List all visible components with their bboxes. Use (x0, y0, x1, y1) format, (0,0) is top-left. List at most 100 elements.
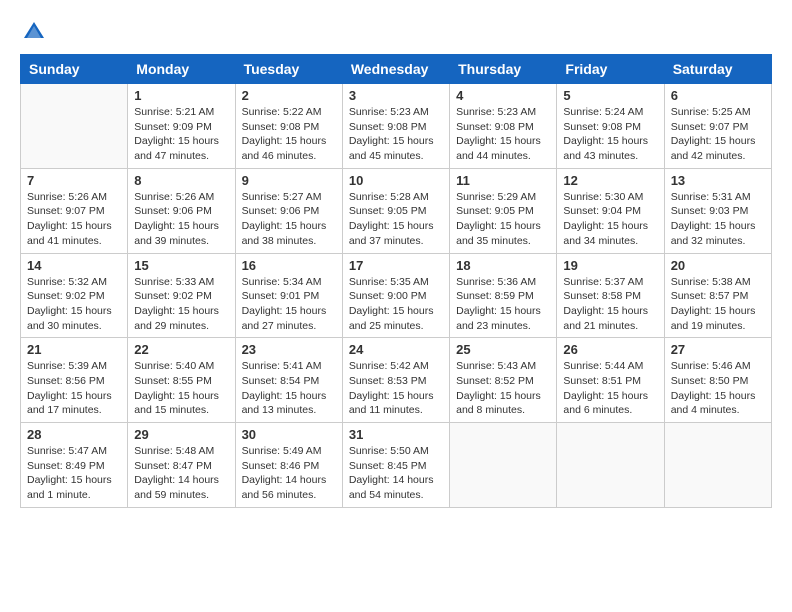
day-number: 27 (671, 342, 765, 357)
day-number: 9 (242, 173, 336, 188)
day-number: 13 (671, 173, 765, 188)
day-info: Sunrise: 5:23 AM Sunset: 9:08 PM Dayligh… (456, 105, 550, 164)
day-info: Sunrise: 5:21 AM Sunset: 9:09 PM Dayligh… (134, 105, 228, 164)
day-number: 25 (456, 342, 550, 357)
calendar-header-row: SundayMondayTuesdayWednesdayThursdayFrid… (21, 55, 772, 84)
calendar-cell: 22 Sunrise: 5:40 AM Sunset: 8:55 PM Dayli… (128, 338, 235, 423)
header-thursday: Thursday (450, 55, 557, 84)
day-info: Sunrise: 5:38 AM Sunset: 8:57 PM Dayligh… (671, 275, 765, 334)
day-info: Sunrise: 5:41 AM Sunset: 8:54 PM Dayligh… (242, 359, 336, 418)
day-info: Sunrise: 5:29 AM Sunset: 9:05 PM Dayligh… (456, 190, 550, 249)
day-info: Sunrise: 5:44 AM Sunset: 8:51 PM Dayligh… (563, 359, 657, 418)
day-number: 5 (563, 88, 657, 103)
page-header (20, 20, 772, 44)
header-monday: Monday (128, 55, 235, 84)
week-row-1: 1 Sunrise: 5:21 AM Sunset: 9:09 PM Daylig… (21, 84, 772, 169)
calendar-cell: 1 Sunrise: 5:21 AM Sunset: 9:09 PM Daylig… (128, 84, 235, 169)
day-info: Sunrise: 5:42 AM Sunset: 8:53 PM Dayligh… (349, 359, 443, 418)
day-info: Sunrise: 5:26 AM Sunset: 9:07 PM Dayligh… (27, 190, 121, 249)
calendar-table: SundayMondayTuesdayWednesdayThursdayFrid… (20, 54, 772, 508)
day-info: Sunrise: 5:43 AM Sunset: 8:52 PM Dayligh… (456, 359, 550, 418)
logo-icon (22, 20, 46, 44)
day-number: 29 (134, 427, 228, 442)
day-info: Sunrise: 5:35 AM Sunset: 9:00 PM Dayligh… (349, 275, 443, 334)
calendar-cell: 7Sunrise: 5:26 AM Sunset: 9:07 PM Daylig… (21, 168, 128, 253)
calendar-cell: 27 Sunrise: 5:46 AM Sunset: 8:50 PM Dayli… (664, 338, 771, 423)
calendar-cell: 21 Sunrise: 5:39 AM Sunset: 8:56 PM Dayli… (21, 338, 128, 423)
day-info: Sunrise: 5:46 AM Sunset: 8:50 PM Dayligh… (671, 359, 765, 418)
day-number: 20 (671, 258, 765, 273)
calendar-cell: 9 Sunrise: 5:27 AM Sunset: 9:06 PM Daylig… (235, 168, 342, 253)
week-row-5: 28 Sunrise: 5:47 AM Sunset: 8:49 PM Dayli… (21, 423, 772, 508)
day-info: Sunrise: 5:47 AM Sunset: 8:49 PM Dayligh… (27, 444, 121, 503)
day-number: 14 (27, 258, 121, 273)
calendar-cell (450, 423, 557, 508)
calendar-cell: 25 Sunrise: 5:43 AM Sunset: 8:52 PM Dayli… (450, 338, 557, 423)
day-number: 6 (671, 88, 765, 103)
calendar-cell (664, 423, 771, 508)
header-saturday: Saturday (664, 55, 771, 84)
day-number: 24 (349, 342, 443, 357)
day-number: 30 (242, 427, 336, 442)
calendar-cell (557, 423, 664, 508)
calendar-cell: 30 Sunrise: 5:49 AM Sunset: 8:46 PM Dayli… (235, 423, 342, 508)
day-number: 15 (134, 258, 228, 273)
calendar-cell: 19 Sunrise: 5:37 AM Sunset: 8:58 PM Dayli… (557, 253, 664, 338)
day-info: Sunrise: 5:26 AM Sunset: 9:06 PM Dayligh… (134, 190, 228, 249)
day-info: Sunrise: 5:27 AM Sunset: 9:06 PM Dayligh… (242, 190, 336, 249)
calendar-cell: 5 Sunrise: 5:24 AM Sunset: 9:08 PM Daylig… (557, 84, 664, 169)
day-info: Sunrise: 5:23 AM Sunset: 9:08 PM Dayligh… (349, 105, 443, 164)
day-number: 11 (456, 173, 550, 188)
day-info: Sunrise: 5:24 AM Sunset: 9:08 PM Dayligh… (563, 105, 657, 164)
calendar-cell (21, 84, 128, 169)
calendar-cell: 26 Sunrise: 5:44 AM Sunset: 8:51 PM Dayli… (557, 338, 664, 423)
calendar-cell: 28 Sunrise: 5:47 AM Sunset: 8:49 PM Dayli… (21, 423, 128, 508)
day-number: 3 (349, 88, 443, 103)
day-number: 18 (456, 258, 550, 273)
day-info: Sunrise: 5:39 AM Sunset: 8:56 PM Dayligh… (27, 359, 121, 418)
calendar-cell: 2Sunrise: 5:22 AM Sunset: 9:08 PM Daylig… (235, 84, 342, 169)
day-number: 12 (563, 173, 657, 188)
calendar-cell: 20 Sunrise: 5:38 AM Sunset: 8:57 PM Dayli… (664, 253, 771, 338)
day-number: 28 (27, 427, 121, 442)
day-info: Sunrise: 5:48 AM Sunset: 8:47 PM Dayligh… (134, 444, 228, 503)
calendar-cell: 6 Sunrise: 5:25 AM Sunset: 9:07 PM Daylig… (664, 84, 771, 169)
day-info: Sunrise: 5:25 AM Sunset: 9:07 PM Dayligh… (671, 105, 765, 164)
calendar-cell: 8 Sunrise: 5:26 AM Sunset: 9:06 PM Daylig… (128, 168, 235, 253)
day-number: 17 (349, 258, 443, 273)
day-info: Sunrise: 5:34 AM Sunset: 9:01 PM Dayligh… (242, 275, 336, 334)
calendar-cell: 17 Sunrise: 5:35 AM Sunset: 9:00 PM Dayli… (342, 253, 449, 338)
calendar-cell: 14 Sunrise: 5:32 AM Sunset: 9:02 PM Dayli… (21, 253, 128, 338)
day-number: 16 (242, 258, 336, 273)
logo (20, 20, 46, 44)
day-info: Sunrise: 5:40 AM Sunset: 8:55 PM Dayligh… (134, 359, 228, 418)
day-info: Sunrise: 5:31 AM Sunset: 9:03 PM Dayligh… (671, 190, 765, 249)
header-sunday: Sunday (21, 55, 128, 84)
day-number: 22 (134, 342, 228, 357)
header-tuesday: Tuesday (235, 55, 342, 84)
calendar-cell: 24 Sunrise: 5:42 AM Sunset: 8:53 PM Dayli… (342, 338, 449, 423)
day-number: 26 (563, 342, 657, 357)
day-number: 21 (27, 342, 121, 357)
day-info: Sunrise: 5:32 AM Sunset: 9:02 PM Dayligh… (27, 275, 121, 334)
day-info: Sunrise: 5:36 AM Sunset: 8:59 PM Dayligh… (456, 275, 550, 334)
calendar-cell: 4 Sunrise: 5:23 AM Sunset: 9:08 PM Daylig… (450, 84, 557, 169)
day-info: Sunrise: 5:50 AM Sunset: 8:45 PM Dayligh… (349, 444, 443, 503)
day-info: Sunrise: 5:49 AM Sunset: 8:46 PM Dayligh… (242, 444, 336, 503)
day-number: 8 (134, 173, 228, 188)
calendar-cell: 3 Sunrise: 5:23 AM Sunset: 9:08 PM Daylig… (342, 84, 449, 169)
calendar-cell: 15Sunrise: 5:33 AM Sunset: 9:02 PM Dayli… (128, 253, 235, 338)
day-number: 10 (349, 173, 443, 188)
calendar-cell: 23Sunrise: 5:41 AM Sunset: 8:54 PM Dayli… (235, 338, 342, 423)
week-row-2: 7Sunrise: 5:26 AM Sunset: 9:07 PM Daylig… (21, 168, 772, 253)
day-number: 4 (456, 88, 550, 103)
day-info: Sunrise: 5:28 AM Sunset: 9:05 PM Dayligh… (349, 190, 443, 249)
day-info: Sunrise: 5:37 AM Sunset: 8:58 PM Dayligh… (563, 275, 657, 334)
calendar-cell: 11 Sunrise: 5:29 AM Sunset: 9:05 PM Dayli… (450, 168, 557, 253)
calendar-cell: 18 Sunrise: 5:36 AM Sunset: 8:59 PM Dayli… (450, 253, 557, 338)
day-number: 1 (134, 88, 228, 103)
day-number: 2 (242, 88, 336, 103)
calendar-cell: 12Sunrise: 5:30 AM Sunset: 9:04 PM Dayli… (557, 168, 664, 253)
week-row-3: 14 Sunrise: 5:32 AM Sunset: 9:02 PM Dayli… (21, 253, 772, 338)
day-number: 19 (563, 258, 657, 273)
